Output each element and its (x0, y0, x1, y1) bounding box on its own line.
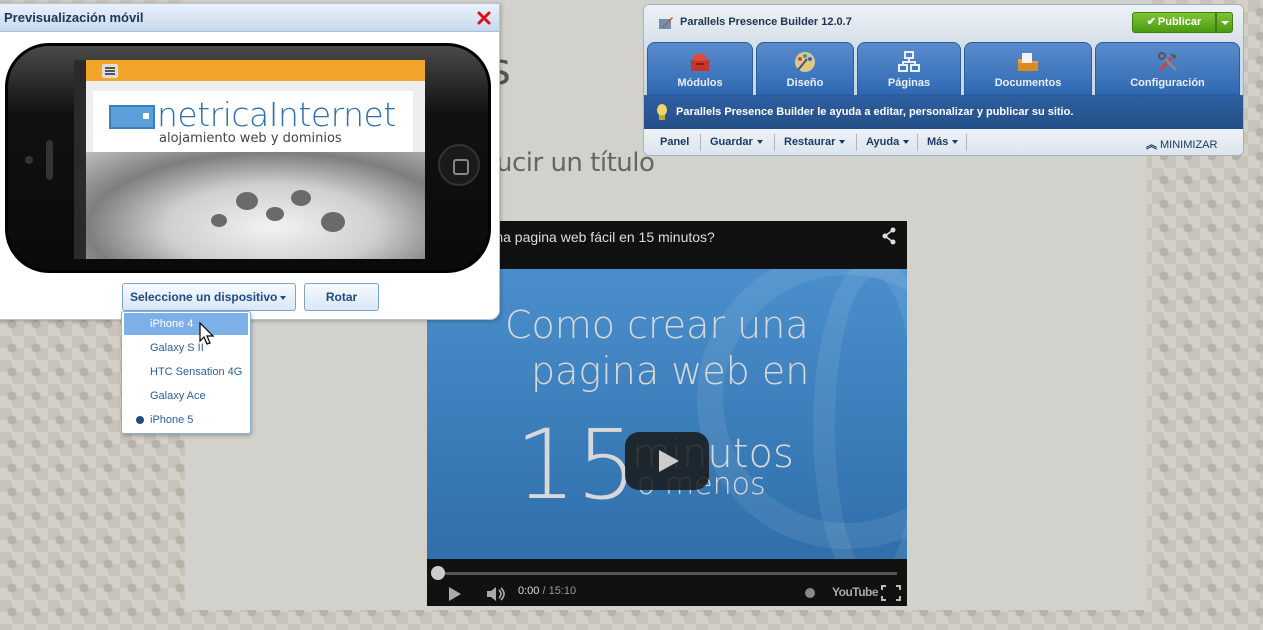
tab-diseno[interactable]: Diseño (756, 42, 854, 95)
lightbulb-icon (657, 104, 667, 120)
device-option-galaxy-s-ii[interactable]: Galaxy S II (124, 337, 248, 359)
phone-frame: netricaInternet alojamiento web y domini… (5, 43, 491, 273)
chevron-down-icon (280, 296, 286, 300)
documents-icon (1018, 53, 1038, 71)
tab-label: Documentos (994, 77, 1062, 89)
mobile-preview-dialog: Previsualización móvil netricaInternet a… (0, 3, 500, 320)
video-progress-bar[interactable] (431, 566, 897, 580)
device-select-label: Seleccione un dispositivo (130, 290, 278, 304)
tab-label: Páginas (887, 77, 931, 89)
share-icon[interactable] (881, 227, 897, 245)
mas-label: Más (927, 136, 949, 148)
site-logo-text: netricaInternet (157, 95, 396, 134)
video-duration: 15:10 (548, 585, 577, 597)
progress-thumb[interactable] (431, 566, 445, 580)
device-option-iphone-5[interactable]: iPhone 5 (124, 409, 248, 431)
volume-icon[interactable] (485, 586, 507, 602)
tab-label: Diseño (786, 77, 824, 89)
play-icon[interactable] (449, 587, 461, 601)
device-option-galaxy-ace[interactable]: Galaxy Ace (124, 385, 248, 407)
screen-topbar (86, 60, 425, 81)
restaurar-label: Restaurar (784, 136, 836, 148)
screen-sidebar (74, 60, 86, 259)
fullscreen-icon[interactable] (881, 585, 901, 601)
video-time-separator: / (539, 585, 549, 597)
youtube-logo[interactable]: YouTube (832, 585, 879, 599)
site-banner-image (86, 152, 425, 259)
double-chevron-up-icon: ︽ (1146, 139, 1157, 151)
builder-tabs: Módulos Diseño Páginas Documentos Config… (644, 41, 1243, 95)
dialog-title: Previsualización móvil (4, 10, 144, 25)
chevron-down-icon (756, 140, 763, 145)
phone-camera (25, 156, 33, 164)
tab-label: Configuración (1130, 77, 1205, 89)
thumbnail-number: 15 (515, 409, 638, 521)
builder-logo-icon (659, 17, 673, 29)
tab-configuracion[interactable]: Configuración (1095, 42, 1240, 95)
tab-label: Módulos (677, 77, 723, 89)
publish-button[interactable]: ✔ Publicar (1132, 12, 1216, 33)
phone-screen[interactable]: netricaInternet alojamiento web y domini… (74, 60, 425, 259)
minimize-button[interactable]: ︽ MINIMIZAR (1146, 136, 1217, 152)
site-logo: netricaInternet alojamiento web y domini… (93, 91, 413, 152)
selected-bullet-icon (136, 416, 144, 424)
builder-info-bar: Parallels Presence Builder le ayuda a ed… (644, 95, 1243, 129)
minimize-label: MINIMIZAR (1160, 139, 1218, 151)
builder-header: Parallels Presence Builder 12.0.7 ✔ Publi… (644, 5, 1243, 41)
device-option-htc-sensation-4g[interactable]: HTC Sensation 4G (124, 361, 248, 383)
toolbar-divider (917, 134, 918, 151)
publish-dropdown-button[interactable] (1216, 12, 1233, 33)
video-controls: 0:00 / 15:10 YouTube (427, 559, 907, 606)
presence-builder-panel: Parallels Presence Builder 12.0.7 ✔ Publi… (643, 4, 1244, 156)
guardar-menu[interactable]: Guardar (710, 136, 763, 148)
device-option-iphone-4[interactable]: iPhone 4 (124, 313, 248, 335)
play-button-large[interactable] (625, 432, 709, 490)
phone-home-button (438, 144, 480, 186)
toolbar-divider (700, 134, 701, 151)
check-icon: ✔ (1146, 16, 1156, 28)
mas-menu[interactable]: Más (927, 136, 959, 148)
dialog-titlebar[interactable]: Previsualización móvil (0, 4, 499, 32)
builder-info-text: Parallels Presence Builder le ayuda a ed… (676, 106, 1074, 118)
guardar-label: Guardar (710, 136, 753, 148)
tools-icon (1157, 52, 1177, 72)
tab-documentos[interactable]: Documentos (964, 42, 1092, 95)
page-subtitle-placeholder[interactable]: ucir un título (496, 148, 655, 178)
mouse-cursor-icon (199, 322, 215, 345)
builder-title: Parallels Presence Builder 12.0.7 (680, 16, 852, 28)
close-icon[interactable] (477, 11, 491, 25)
video-title[interactable]: r una pagina web fácil en 15 minutos? (479, 229, 715, 245)
rotate-button[interactable]: Rotar (304, 283, 379, 311)
site-tagline: alojamiento web y dominios (159, 131, 342, 146)
chevron-down-icon (839, 140, 846, 145)
device-dropdown-menu: iPhone 4 Galaxy S II HTC Sensation 4G Ga… (121, 311, 251, 434)
publish-label: Publicar (1157, 16, 1202, 28)
thumbnail-text-line1: Como crear una (505, 303, 809, 347)
tab-paginas[interactable]: Páginas (857, 42, 961, 95)
ayuda-label: Ayuda (866, 136, 900, 148)
chevron-down-icon (952, 140, 959, 145)
toolbar-divider (774, 134, 775, 151)
toolbar-divider (856, 134, 857, 151)
video-current-time: 0:00 (518, 585, 540, 597)
video-time: 0:00 / 15:10 (518, 585, 576, 597)
panel-menu[interactable]: Panel (660, 136, 689, 148)
device-select-button[interactable]: Seleccione un dispositivo (122, 283, 296, 311)
palette-icon (795, 52, 815, 72)
logo-mark-icon (109, 105, 155, 129)
device-option-label: iPhone 5 (150, 414, 194, 426)
chevron-down-icon (903, 140, 910, 145)
modules-icon (691, 54, 709, 71)
ayuda-menu[interactable]: Ayuda (866, 136, 910, 148)
tab-modulos[interactable]: Módulos (647, 42, 753, 95)
builder-toolbar: Panel Guardar Restaurar Ayuda Más ︽ MINIM… (644, 129, 1243, 155)
phone-speaker (46, 140, 53, 180)
sitemap-icon (898, 51, 920, 72)
thumbnail-text-line2: pagina web en (531, 349, 810, 393)
restaurar-menu[interactable]: Restaurar (784, 136, 846, 148)
hamburger-menu-icon[interactable] (102, 64, 118, 78)
watch-later-icon[interactable] (805, 588, 815, 598)
toolbar-divider (966, 134, 967, 151)
